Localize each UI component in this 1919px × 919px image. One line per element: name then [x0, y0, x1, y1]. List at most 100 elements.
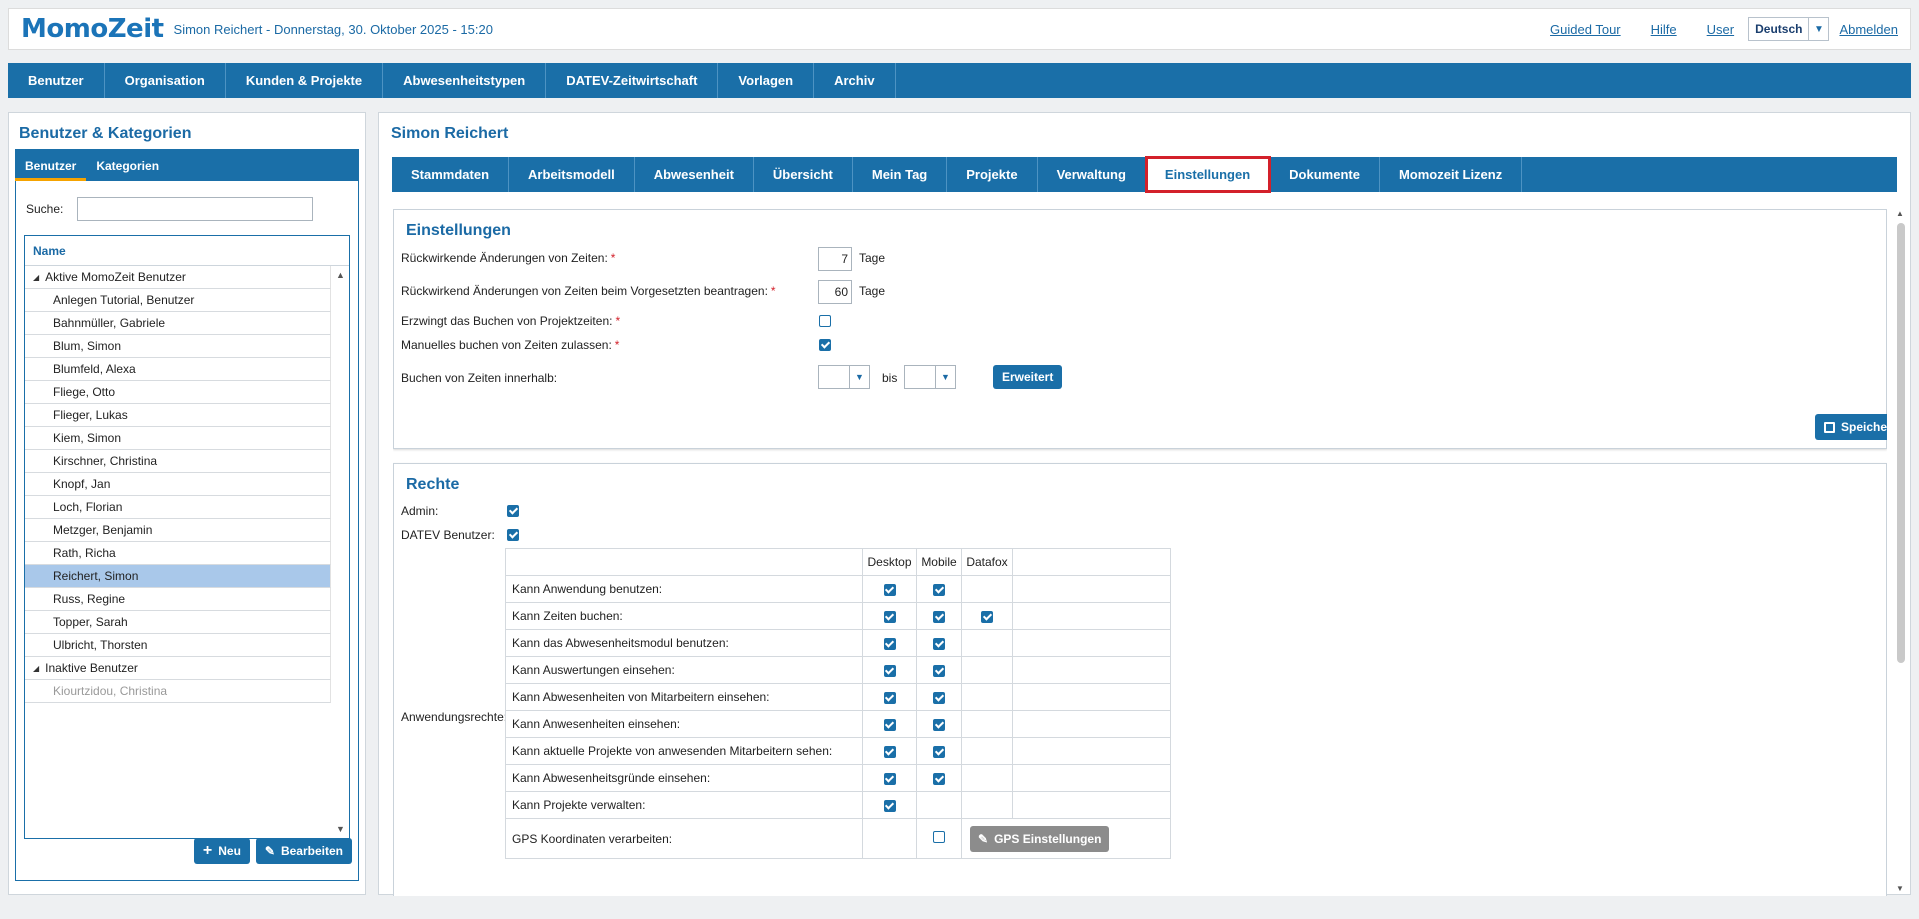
guided-tour-link[interactable]: Guided Tour [1550, 22, 1621, 37]
desktop-checkbox[interactable] [883, 692, 896, 704]
group-inactive-users[interactable]: ◢ Inaktive Benutzer [25, 657, 331, 680]
scrollbar-thumb[interactable] [1897, 223, 1905, 663]
nav-datev[interactable]: DATEV-Zeitwirtschaft [546, 63, 719, 98]
language-select[interactable]: Deutsch ▼ [1748, 17, 1830, 41]
chevron-down-icon[interactable]: ▼ [1808, 18, 1828, 40]
tab-kategorien[interactable]: Kategorien [86, 159, 169, 181]
help-link[interactable]: Hilfe [1651, 22, 1677, 37]
list-item[interactable]: Loch, Florian [25, 496, 331, 519]
tree-scrollbar[interactable]: ▲ ▼ [332, 266, 349, 838]
desktop-checkbox[interactable] [883, 584, 896, 596]
mobile-checkbox[interactable] [933, 611, 945, 623]
tab-uebersicht[interactable]: Übersicht [754, 157, 853, 192]
page-scrollbar[interactable]: ▲ ▼ [1896, 209, 1906, 893]
list-item-inactive[interactable]: Kiourtzidou, Christina [25, 680, 331, 703]
tab-mein-tag[interactable]: Mein Tag [853, 157, 948, 192]
nav-kunden-projekte[interactable]: Kunden & Projekte [226, 63, 384, 98]
list-item[interactable]: Anlegen Tutorial, Benutzer [25, 289, 331, 312]
nav-benutzer[interactable]: Benutzer [8, 63, 105, 98]
tab-momozeit-lizenz[interactable]: Momozeit Lizenz [1380, 157, 1523, 192]
list-item[interactable]: Blum, Simon [25, 335, 331, 358]
gps-settings-button[interactable]: ✎ GPS Einstellungen [970, 825, 1110, 852]
right-label: Kann Zeiten buchen: [505, 602, 863, 630]
collapse-triangle-icon[interactable]: ◢ [33, 664, 39, 673]
collapse-triangle-icon[interactable]: ◢ [33, 273, 39, 282]
list-item[interactable]: Rath, Richa [25, 542, 331, 565]
within-to-select[interactable]: ▼ [904, 365, 956, 389]
chevron-down-icon[interactable]: ▼ [935, 366, 955, 388]
desktop-checkbox[interactable] [883, 800, 896, 812]
nav-abwesenheitstypen[interactable]: Abwesenheitstypen [383, 63, 547, 98]
app-header: MomoZeit Simon Reichert - Donnerstag, 30… [8, 8, 1911, 50]
right-label: Kann Abwesenheiten von Mitarbeitern eins… [505, 683, 863, 711]
list-item-selected[interactable]: Reichert, Simon [25, 565, 331, 588]
scroll-down-icon[interactable]: ▼ [336, 824, 345, 834]
scroll-up-icon[interactable]: ▲ [1896, 209, 1904, 218]
tab-einstellungen[interactable]: Einstellungen [1144, 156, 1272, 193]
user-link[interactable]: User [1707, 22, 1734, 37]
retro-days-input[interactable]: 7 [818, 247, 852, 271]
tab-stammdaten[interactable]: Stammdaten [392, 157, 510, 192]
mobile-checkbox[interactable] [933, 584, 945, 596]
mobile-checkbox[interactable] [933, 746, 945, 758]
tab-verwaltung[interactable]: Verwaltung [1038, 157, 1146, 192]
desktop-checkbox[interactable] [883, 611, 896, 623]
mobile-checkbox[interactable] [933, 773, 945, 785]
desktop-checkbox[interactable] [883, 746, 896, 758]
list-item[interactable]: Topper, Sarah [25, 611, 331, 634]
list-item[interactable]: Flieger, Lukas [25, 404, 331, 427]
list-item[interactable]: Blumfeld, Alexa [25, 358, 331, 381]
retro-sup-days-input[interactable]: 60 [818, 280, 852, 304]
desktop-checkbox[interactable] [883, 773, 896, 785]
new-user-button[interactable]: + Neu [193, 838, 250, 864]
save-button[interactable]: Speichern [1815, 414, 1887, 440]
list-item[interactable]: Ulbricht, Thorsten [25, 634, 331, 657]
table-row: GPS Koordinaten verarbeiten: ✎ GPS Einst… [505, 818, 1171, 859]
list-item[interactable]: Kiem, Simon [25, 427, 331, 450]
search-input[interactable] [77, 197, 314, 221]
tab-dokumente[interactable]: Dokumente [1270, 157, 1380, 192]
mobile-checkbox[interactable] [933, 719, 945, 731]
mobile-checkbox[interactable] [933, 665, 945, 677]
admin-checkbox[interactable] [507, 505, 519, 517]
manual-checkbox[interactable] [819, 339, 831, 351]
extended-button[interactable]: Erweitert [993, 365, 1063, 389]
within-from-select[interactable]: ▼ [818, 365, 870, 389]
tree-header-name[interactable]: Name [25, 236, 349, 266]
tab-arbeitsmodell[interactable]: Arbeitsmodell [509, 157, 635, 192]
list-item[interactable]: Bahnmüller, Gabriele [25, 312, 331, 335]
tab-projekte[interactable]: Projekte [947, 157, 1038, 192]
desktop-checkbox[interactable] [883, 665, 896, 677]
chevron-down-icon[interactable]: ▼ [849, 366, 869, 388]
mobile-checkbox[interactable] [933, 638, 945, 650]
nav-vorlagen[interactable]: Vorlagen [718, 63, 815, 98]
mobile-checkbox[interactable] [933, 692, 945, 704]
mobile-checkbox[interactable] [933, 831, 945, 843]
nav-organisation[interactable]: Organisation [105, 63, 226, 98]
scroll-down-icon[interactable]: ▼ [1896, 884, 1904, 893]
datafox-checkbox[interactable] [981, 611, 993, 623]
desktop-checkbox[interactable] [883, 719, 896, 731]
nav-archiv[interactable]: Archiv [814, 63, 896, 98]
tab-abwesenheit[interactable]: Abwesenheit [635, 157, 754, 192]
right-label: Kann aktuelle Projekte von anwesenden Mi… [505, 737, 863, 765]
momozeit-logo[interactable]: MomoZeit [21, 14, 164, 44]
list-item[interactable]: Russ, Regine [25, 588, 331, 611]
language-value: Deutsch [1755, 22, 1803, 36]
force-project-checkbox[interactable] [819, 315, 831, 327]
list-item[interactable]: Metzger, Benjamin [25, 519, 331, 542]
group-active-users[interactable]: ◢ Aktive MomoZeit Benutzer [25, 266, 331, 289]
retro-label: Rückwirkende Änderungen von Zeiten: [401, 251, 608, 265]
retro-sup-row: Rückwirkend Änderungen von Zeiten beim V… [401, 284, 776, 298]
list-item[interactable]: Fliege, Otto [25, 381, 331, 404]
scroll-up-icon[interactable]: ▲ [336, 270, 345, 280]
list-item[interactable]: Kirschner, Christina [25, 450, 331, 473]
retro-unit: Tage [859, 251, 886, 265]
manual-label: Manuelles buchen von Zeiten zulassen: [401, 338, 612, 352]
edit-user-button[interactable]: ✎ Bearbeiten [255, 838, 352, 864]
tab-benutzer[interactable]: Benutzer [15, 159, 87, 181]
desktop-checkbox[interactable] [883, 638, 896, 650]
datev-checkbox[interactable] [507, 529, 519, 541]
logout-link[interactable]: Abmelden [1839, 22, 1898, 37]
list-item[interactable]: Knopf, Jan [25, 473, 331, 496]
